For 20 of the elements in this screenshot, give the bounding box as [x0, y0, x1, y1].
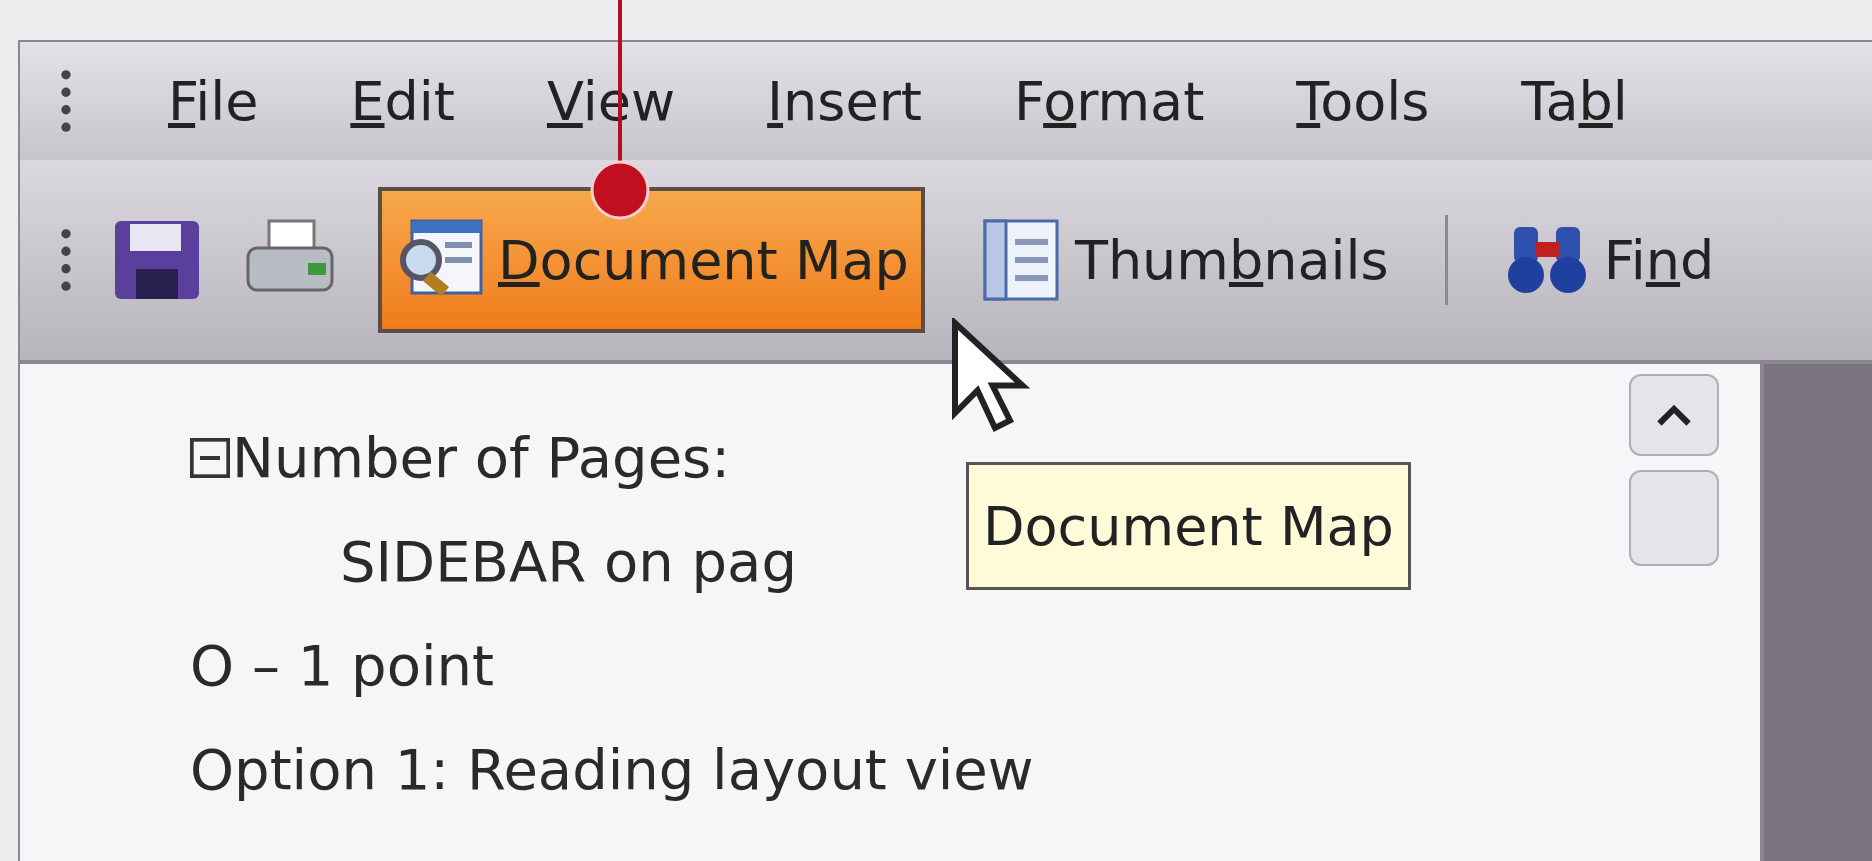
scroll-up-button[interactable]: [1629, 374, 1719, 456]
scroll-thumb[interactable]: [1629, 470, 1719, 566]
tooltip: Document Map: [966, 462, 1411, 590]
map-heading[interactable]: Number of Pages:: [232, 416, 731, 500]
menu-item[interactable]: File: [168, 60, 259, 142]
map-heading[interactable]: O – 1 point: [190, 624, 494, 708]
grip-handle-icon[interactable]: [60, 228, 72, 292]
toolbar-button[interactable]: Thumbnails: [964, 187, 1405, 333]
grip-handle-icon[interactable]: [60, 69, 72, 133]
toolbar-button[interactable]: Find: [1487, 187, 1731, 333]
menu-item[interactable]: Insert: [767, 60, 922, 142]
menu-item[interactable]: Format: [1014, 60, 1205, 142]
toolbar-button[interactable]: Document Map: [378, 187, 925, 333]
caret-up-icon: [1657, 404, 1691, 426]
collapse-icon[interactable]: [190, 438, 230, 478]
menu-item[interactable]: Edit: [350, 60, 455, 142]
menu-item[interactable]: Tabl: [1521, 60, 1628, 142]
map-heading[interactable]: SIDEBAR on pag: [340, 520, 797, 604]
menu-item[interactable]: Tools: [1296, 60, 1430, 142]
map-heading[interactable]: Option 1: Reading layout view: [190, 728, 1034, 812]
